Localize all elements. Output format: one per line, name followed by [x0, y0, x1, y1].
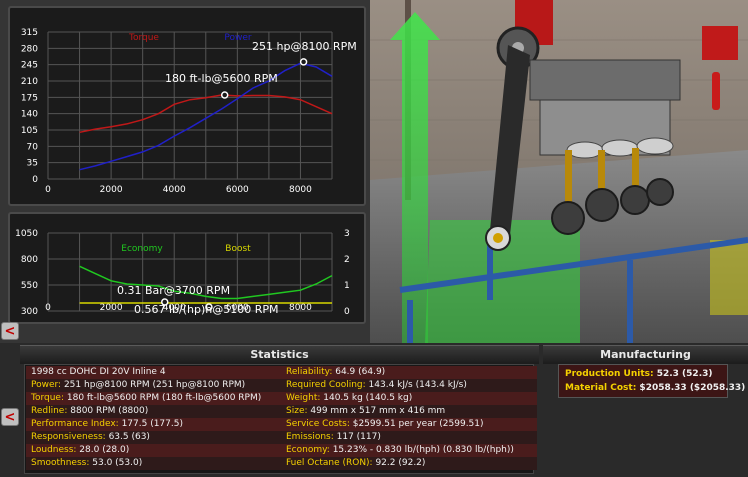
pt-x-tick: 0 — [45, 185, 51, 195]
statistics-header: Statistics — [20, 345, 539, 364]
eb-x-tick: 2000 — [100, 303, 123, 313]
pt-x-tick: 4000 — [163, 185, 186, 195]
stat-loudness: Loudness: 28.0 (28.0) — [26, 444, 284, 457]
pt-y-tick: 175 — [21, 93, 38, 103]
statistics-panel: 1998 cc DOHC DI 20V Inline 4 Power: 251 … — [24, 364, 537, 474]
power-torque-chart-svg: 315 280 245 210 175 140 105 70 35 00 2000 4000 6000 8… — [21, 28, 357, 195]
back-button-top[interactable]: < — [1, 322, 19, 340]
eb-x-tick: 8000 — [289, 303, 312, 313]
mfg-production-units: Production Units: 52.3 (52.3) — [565, 369, 713, 379]
eb-legend-economy: Economy — [121, 244, 163, 254]
engine-3d-viewport[interactable] — [370, 0, 748, 343]
pt-y-tick: 210 — [21, 77, 38, 87]
pt-y-tick: 280 — [21, 44, 38, 54]
economy-boost-chart: 1050 800 550 300 3 2 1 0 0 2000 4000 6000 8000 Econom… — [8, 212, 366, 324]
stat-weight: Weight: 140.5 kg (140.5 kg) — [281, 392, 537, 405]
eb-x-tick: 0 — [45, 303, 51, 313]
pt-point-torque — [220, 91, 229, 99]
pt-y-tick: 105 — [21, 126, 38, 136]
fire-extinguisher — [712, 72, 720, 110]
eb-y-tick-right: 3 — [344, 229, 350, 239]
pt-y-tick: 245 — [21, 61, 38, 71]
stat-responsiveness: Responsiveness: 63.5 (63) — [26, 431, 284, 444]
stat-engine-description: 1998 cc DOHC DI 20V Inline 4 — [26, 366, 284, 379]
stat-reliability: Reliability: 64.9 (64.9) — [281, 366, 537, 379]
stat-torque: Torque: 180 ft-lb@5600 RPM (180 ft-lb@56… — [26, 392, 284, 405]
eb-y-tick-left: 800 — [21, 255, 38, 265]
pt-x-tick: 2000 — [100, 185, 123, 195]
stat-required-cooling: Required Cooling: 143.4 kJ/s (143.4 kJ/s… — [281, 379, 537, 392]
stat-service-costs: Service Costs: $2599.51 per year (2599.5… — [281, 418, 537, 431]
economy-boost-chart-svg: 105080055030032100 2000 4000 6000 8000Econom… — [15, 229, 350, 317]
engine-scene — [370, 0, 748, 343]
stat-economy: Economy: 15.23% - 0.830 lb/(hph) (0.830 … — [281, 444, 537, 457]
power-torque-chart: 315 280 245 210 175 140 105 70 35 0 0 2000 4000 6000 8… — [8, 6, 366, 206]
eb-y-tick-right: 2 — [344, 255, 350, 265]
stat-smoothness: Smoothness: 53.0 (53.0) — [26, 457, 284, 470]
pt-x-tick: 8000 — [289, 185, 312, 195]
stat-emissions: Emissions: 117 (117) — [281, 431, 537, 444]
stat-size: Size: 499 mm x 517 mm x 416 mm — [281, 405, 537, 418]
graph-pane: 315 280 245 210 175 140 105 70 35 0 0 2000 4000 6000 8… — [0, 0, 370, 343]
pt-point-power — [299, 58, 308, 66]
eb-y-tick-right: 0 — [344, 307, 350, 317]
boost-indicator — [710, 240, 748, 315]
mfg-material-cost: Material Cost: $2058.33 ($2058.33) — [565, 383, 746, 393]
pt-y-tick: 70 — [27, 142, 39, 152]
stat-power: Power: 251 hp@8100 RPM (251 hp@8100 RPM) — [26, 379, 284, 392]
manufacturing-header: Manufacturing — [543, 345, 748, 364]
pt-annotation-power: 251 hp@8100 RPM — [252, 40, 357, 53]
stat-fuel-octane: Fuel Octane (RON): 92.2 (92.2) — [281, 457, 537, 470]
manufacturing-empty-area — [543, 398, 748, 477]
pt-y-tick: 0 — [32, 175, 38, 185]
eb-y-tick-left: 300 — [21, 307, 38, 317]
pt-legend-power: Power — [224, 33, 252, 43]
manufacturing-panel: Production Units: 52.3 (52.3) Material C… — [558, 364, 745, 398]
stat-redline: Redline: 8800 RPM (8800) — [26, 405, 284, 418]
pt-y-tick: 140 — [21, 110, 38, 120]
pt-legend-torque: Torque — [128, 33, 159, 43]
eb-y-tick-right: 1 — [344, 281, 350, 291]
back-button-bottom[interactable]: < — [1, 408, 19, 426]
stat-performance-index: Performance Index: 177.5 (177.5) — [26, 418, 284, 431]
eb-legend-boost: Boost — [225, 244, 251, 254]
eb-annotation-boost: 0.31 Bar@3700 RPM — [117, 284, 230, 297]
eb-y-tick-left: 1050 — [15, 229, 38, 239]
fire-extinguisher-sign — [702, 26, 738, 60]
pt-y-tick: 35 — [27, 159, 38, 169]
eb-annotation-economy: 0.567 lb/(hp)h@5100 RPM — [134, 303, 279, 316]
pt-y-tick: 315 — [21, 28, 38, 38]
pt-x-tick: 6000 — [226, 185, 249, 195]
pt-annotation-torque: 180 ft-lb@5600 RPM — [165, 72, 278, 85]
eb-y-tick-left: 550 — [21, 281, 38, 291]
